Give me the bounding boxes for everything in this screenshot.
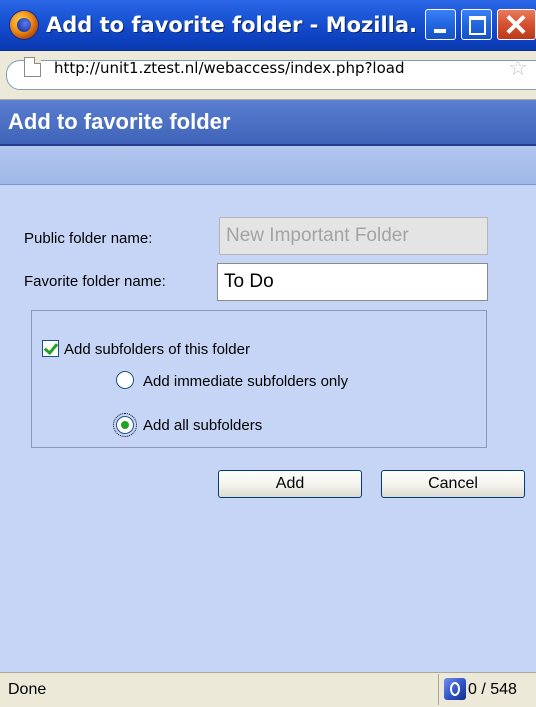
status-count: 0 / 548 bbox=[468, 681, 517, 698]
page-icon bbox=[24, 57, 41, 77]
minimize-icon[interactable] bbox=[425, 9, 456, 40]
browser-window: Add to favorite folder - Mozilla... http… bbox=[0, 0, 536, 707]
radio-immediate-label[interactable]: Add immediate subfolders only bbox=[143, 372, 348, 392]
status-counter-icon[interactable] bbox=[444, 678, 466, 700]
add-button[interactable]: Add bbox=[218, 470, 362, 498]
close-icon[interactable] bbox=[497, 9, 536, 40]
maximize-icon[interactable] bbox=[461, 9, 492, 40]
url-text[interactable]: http://unit1.ztest.nl/webaccess/index.ph… bbox=[54, 56, 498, 80]
firefox-icon bbox=[10, 11, 38, 39]
window-title: Add to favorite folder - Mozilla... bbox=[46, 13, 418, 37]
radio-all-subfolders[interactable] bbox=[113, 413, 137, 437]
bookmark-star-icon[interactable]: ☆ bbox=[505, 56, 531, 80]
public-folder-field bbox=[219, 217, 488, 255]
favorite-folder-field[interactable] bbox=[217, 263, 488, 301]
public-folder-label: Public folder name: bbox=[24, 230, 153, 247]
dialog-title: Add to favorite folder bbox=[8, 109, 231, 134]
cancel-button[interactable]: Cancel bbox=[381, 470, 525, 498]
radio-all-label[interactable]: Add all subfolders bbox=[143, 416, 262, 436]
status-text: Done bbox=[8, 681, 47, 698]
add-subfolders-checkbox[interactable] bbox=[42, 340, 59, 357]
radio-immediate-subfolders[interactable] bbox=[116, 371, 134, 389]
add-subfolders-label[interactable]: Add subfolders of this folder bbox=[64, 340, 250, 360]
status-separator bbox=[438, 674, 439, 705]
favorite-folder-label: Favorite folder name: bbox=[24, 273, 166, 290]
dialog-subheader bbox=[0, 146, 536, 185]
